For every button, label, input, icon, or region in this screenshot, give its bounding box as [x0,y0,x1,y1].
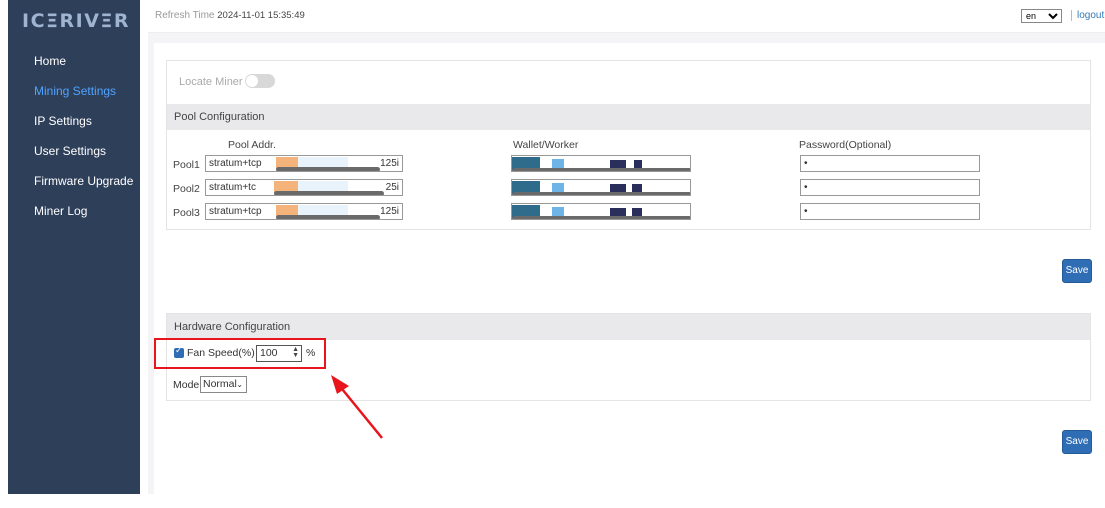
mode-value: Normal [203,378,237,390]
pool1-wallet-input[interactable] [511,155,691,172]
pool-save-button[interactable]: Save [1062,259,1092,283]
sidebar-item-user-settings[interactable]: User Settings [8,143,140,173]
logout-link[interactable]: logout [1077,10,1104,21]
pool3-addr-end: 125i [380,206,399,217]
refresh-timestamp: 2024-11-01 15:35:49 [217,10,305,21]
redaction-scribble [512,216,690,219]
sidebar-item-miner-log[interactable]: Miner Log [8,203,140,233]
pool3-password-input[interactable]: • [800,203,980,220]
sidebar: ICΞRIVΞR Home Mining Settings IP Setting… [8,0,140,494]
redaction-scribble [512,168,690,171]
toggle-knob [246,75,258,87]
pool2-label: Pool2 [173,183,200,195]
pool2-addr-input[interactable]: stratum+tc 25i [205,179,403,196]
col-password: Password(Optional) [799,139,892,151]
locate-miner-label: Locate Miner [179,76,243,88]
hardware-save-button[interactable]: Save [1062,430,1092,454]
pool-config-header: Pool Configuration [167,104,1090,130]
pool2-wallet-input[interactable] [511,179,691,196]
pool3-addr-input[interactable]: stratum+tcp 125i [205,203,403,220]
col-pool-addr: Pool Addr. [228,139,276,151]
col-wallet-worker: Wallet/Worker [513,139,579,151]
sidebar-item-ip-settings[interactable]: IP Settings [8,113,140,143]
chevron-down-icon: ⌄ [236,380,243,389]
language-select[interactable]: en [1021,9,1062,23]
mode-select[interactable]: Normal ⌄ [200,376,247,393]
hardware-config-header: Hardware Configuration [167,314,1090,340]
locate-miner-toggle[interactable] [245,74,275,88]
redaction-scribble [274,191,384,195]
mode-label: Mode [173,379,200,391]
refresh-label: Refresh Time [155,10,215,21]
sidebar-item-firmware-upgrade[interactable]: Firmware Upgrade [8,173,140,203]
pool3-label: Pool3 [173,207,200,219]
pool1-password-input[interactable]: • [800,155,980,172]
redaction-scribble [276,215,380,219]
redaction-scribble [512,192,690,195]
pool3-addr-start: stratum+tcp [209,206,262,217]
pool1-addr-end: 125i [380,158,399,169]
brand-logo: ICΞRIVΞR [22,10,131,32]
pool2-addr-start: stratum+tc [209,182,256,193]
pool1-addr-start: stratum+tcp [209,158,262,169]
pool3-wallet-input[interactable] [511,203,691,220]
pool1-label: Pool1 [173,159,200,171]
pool1-addr-input[interactable]: stratum+tcp 125i [205,155,403,172]
refresh-time: Refresh Time 2024-11-01 15:35:49 [155,10,305,21]
sidebar-item-mining-settings[interactable]: Mining Settings [8,83,140,113]
top-bar: Refresh Time 2024-11-01 15:35:49 en logo… [148,0,1105,33]
pool2-addr-end: 25i [385,182,399,193]
pool2-password-input[interactable]: • [800,179,980,196]
redaction-scribble [276,167,380,171]
annotation-arrow-icon [331,375,383,439]
header-divider [1071,10,1072,21]
sidebar-item-home[interactable]: Home [8,53,140,83]
annotation-highlight-box [154,338,326,369]
sidebar-nav: Home Mining Settings IP Settings User Se… [8,53,140,233]
